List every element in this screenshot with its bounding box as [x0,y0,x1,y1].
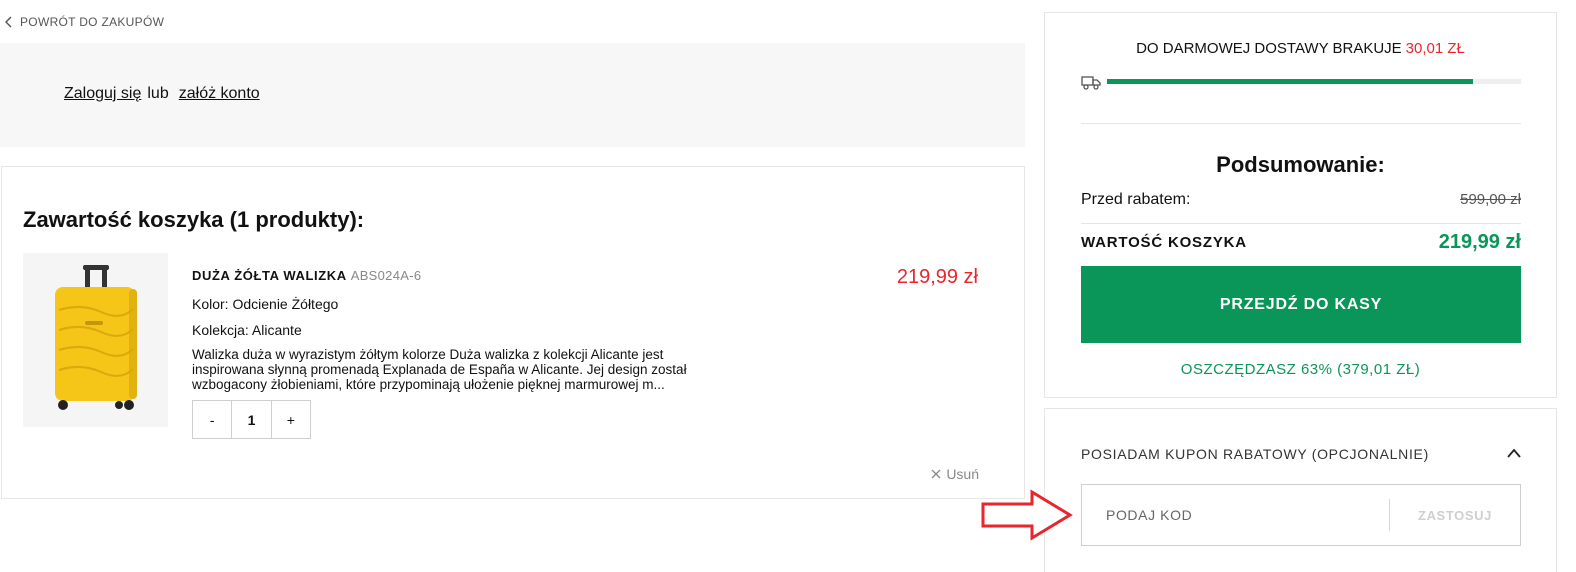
login-separator: lub [147,85,169,102]
free-shipping-info: DO DARMOWEJ DOSTAWY BRAKUJE 30,01 ZŁ [1045,40,1556,57]
login-row: Zaloguj się lub załóż konto [64,85,260,103]
product-price: 219,99 zł [896,266,978,288]
coupon-form: ZASTOSUJ [1081,484,1521,546]
increase-quantity-button[interactable]: + [272,401,310,438]
product-collection: Kolekcja: Alicante [192,322,302,338]
chevron-up-icon[interactable] [1506,447,1522,459]
cart-panel: Zawartość koszyka (1 produkty): DUŻA ŻÓŁ… [1,166,1025,499]
back-link-label: POWRÓT DO ZAKUPÓW [20,15,165,29]
back-to-shopping-link[interactable]: POWRÓT DO ZAKUPÓW [4,15,164,29]
savings-text: OSZCZĘDZASZ 63% (379,01 ZŁ) [1180,361,1421,378]
chevron-left-icon [5,16,12,28]
before-discount-value: 599,00 zł [1460,191,1521,208]
summary-title: Podsumowanie: [1216,152,1385,177]
product-color: Kolor: Odcienie Żółtego [192,296,339,312]
coupon-toggle-label[interactable]: POSIADAM KUPON RABATOWY (OPCJONALNIE) [1081,446,1429,462]
free-shipping-progress-fill [1107,79,1473,84]
product-title[interactable]: DUŻA ŻÓŁTA WALIZKA [192,268,347,283]
divider [1081,223,1521,224]
apply-coupon-button[interactable]: ZASTOSUJ [1390,508,1520,523]
checkout-button[interactable]: PRZEJDŹ DO KASY [1081,266,1521,343]
product-name[interactable]: DUŻA ŻÓŁTA WALIZKA ABS024A-6 [192,268,421,283]
cart-title: Zawartość koszyka (1 produkty): [23,207,365,232]
yellow-suitcase-image [54,265,137,410]
truck-icon [1081,76,1101,90]
decrease-quantity-button[interactable]: - [193,401,231,438]
order-summary-panel: DO DARMOWEJ DOSTAWY BRAKUJE 30,01 ZŁ Pods… [1044,12,1557,398]
divider [1081,123,1521,124]
register-link[interactable]: załóż konto [179,85,260,103]
product-image[interactable] [23,253,168,427]
quantity-stepper: - 1 + [192,400,311,439]
free-shipping-progress-bar [1107,79,1521,84]
before-discount-row: Przed rabatem: 599,00 zł [1081,191,1521,209]
free-shipping-text: DO DARMOWEJ DOSTAWY BRAKUJE [1136,40,1402,57]
login-link[interactable]: Zaloguj się [64,85,141,103]
product-sku: ABS024A-6 [350,268,422,283]
coupon-panel: POSIADAM KUPON RABATOWY (OPCJONALNIE) ZA… [1044,408,1557,572]
quantity-value[interactable]: 1 [231,401,272,438]
close-icon [931,469,941,479]
remove-item-button[interactable]: Usuń [931,466,979,482]
red-arrow-annotation [981,489,1073,541]
cart-value-row: WARTOŚĆ KOSZYKA 219,99 zł [1081,231,1521,254]
product-description: Walizka duża w wyrazistym żółtym kolorze… [192,347,687,392]
before-discount-label: Przed rabatem: [1081,191,1191,208]
coupon-code-input[interactable] [1082,485,1389,545]
login-panel: Zaloguj się lub załóż konto [0,43,1025,147]
free-shipping-missing-amount: 30,01 ZŁ [1405,40,1465,57]
cart-value-label: WARTOŚĆ KOSZYKA [1081,234,1247,251]
cart-total-value: 219,99 zł [1438,231,1521,253]
remove-label: Usuń [946,466,979,482]
